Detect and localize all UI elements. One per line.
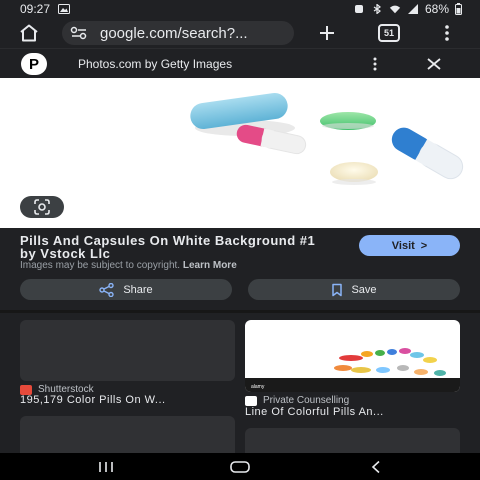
system-navigation-bar — [0, 453, 480, 480]
source-logo: P — [21, 53, 47, 75]
back-icon — [371, 460, 380, 474]
wifi-icon — [389, 5, 401, 14]
colorful-pills-thumbnail: alamy — [245, 348, 460, 392]
url-text: google.com/search?... — [100, 24, 248, 42]
battery-level: 68% — [424, 2, 449, 16]
image-preview[interactable] — [0, 78, 480, 228]
new-tab-button[interactable] — [316, 22, 338, 44]
home-circle-icon — [230, 461, 250, 473]
result-title[interactable]: 195,179 Color Pills On W... — [20, 394, 235, 406]
status-bar: 09:27 68% — [0, 0, 480, 18]
home-icon — [20, 24, 38, 42]
address-bar[interactable]: google.com/search?... — [62, 21, 294, 45]
bookmark-icon — [332, 283, 343, 296]
recent-apps-button[interactable] — [93, 457, 119, 477]
more-vert-icon — [373, 57, 377, 71]
status-time: 09:27 — [20, 2, 51, 16]
bluetooth-icon — [373, 4, 381, 14]
copyright-notice: Images may be subject to copyright. Lear… — [20, 260, 237, 271]
save-label: Save — [351, 283, 377, 296]
image-options-button[interactable] — [368, 55, 382, 73]
google-lens-button[interactable] — [20, 196, 64, 218]
related-thumbnail[interactable] — [20, 320, 235, 381]
image-title[interactable]: Pills And Capsules On White Background #… — [20, 234, 320, 260]
plus-icon — [320, 26, 334, 40]
visit-arrow-icon: > — [420, 239, 428, 252]
close-icon — [427, 58, 441, 70]
browser-menu-button[interactable] — [440, 22, 454, 44]
save-button[interactable]: Save — [248, 279, 460, 300]
gallery-notification-icon — [58, 4, 71, 14]
close-button[interactable] — [424, 55, 444, 73]
pills-image — [190, 92, 464, 185]
browser-toolbar: google.com/search?... 51 — [0, 18, 480, 48]
home-nav-button[interactable] — [227, 457, 253, 477]
site-settings-icon[interactable] — [70, 26, 88, 40]
svg-text:alamy: alamy — [251, 384, 265, 390]
result-source: Private Counselling — [245, 395, 349, 406]
result-source-name: Private Counselling — [263, 395, 350, 406]
private-counselling-favicon — [245, 395, 257, 406]
recent-apps-icon — [99, 462, 113, 472]
alarm-icon — [354, 5, 363, 13]
related-thumbnail[interactable] — [245, 428, 460, 453]
back-button[interactable] — [363, 457, 389, 477]
visit-button[interactable]: Visit > — [359, 235, 460, 256]
tab-switcher-button[interactable]: 51 — [378, 24, 400, 42]
share-button[interactable]: Share — [20, 279, 232, 300]
related-thumbnail[interactable]: alamy — [245, 320, 460, 392]
visit-label: Visit — [391, 239, 415, 252]
more-vert-icon — [445, 25, 449, 41]
result-title[interactable]: Line Of Colorful Pills An... — [245, 406, 460, 418]
home-button[interactable] — [16, 20, 42, 46]
battery-icon — [455, 3, 462, 15]
source-name[interactable]: Photos.com by Getty Images — [78, 57, 232, 71]
share-label: Share — [123, 283, 153, 296]
related-results: alamy Shutterstock 195,179 Color Pills O… — [0, 313, 480, 453]
shutterstock-favicon — [20, 384, 32, 395]
image-source-header: P Photos.com by Getty Images — [0, 48, 480, 78]
copyright-text: Images may be subject to copyright. — [20, 260, 181, 271]
related-thumbnail[interactable] — [20, 416, 235, 453]
signal-icon — [407, 4, 418, 14]
learn-more-link[interactable]: Learn More — [183, 260, 237, 271]
share-icon — [99, 282, 115, 297]
lens-icon — [34, 199, 50, 215]
image-details: Pills And Capsules On White Background #… — [0, 228, 480, 310]
